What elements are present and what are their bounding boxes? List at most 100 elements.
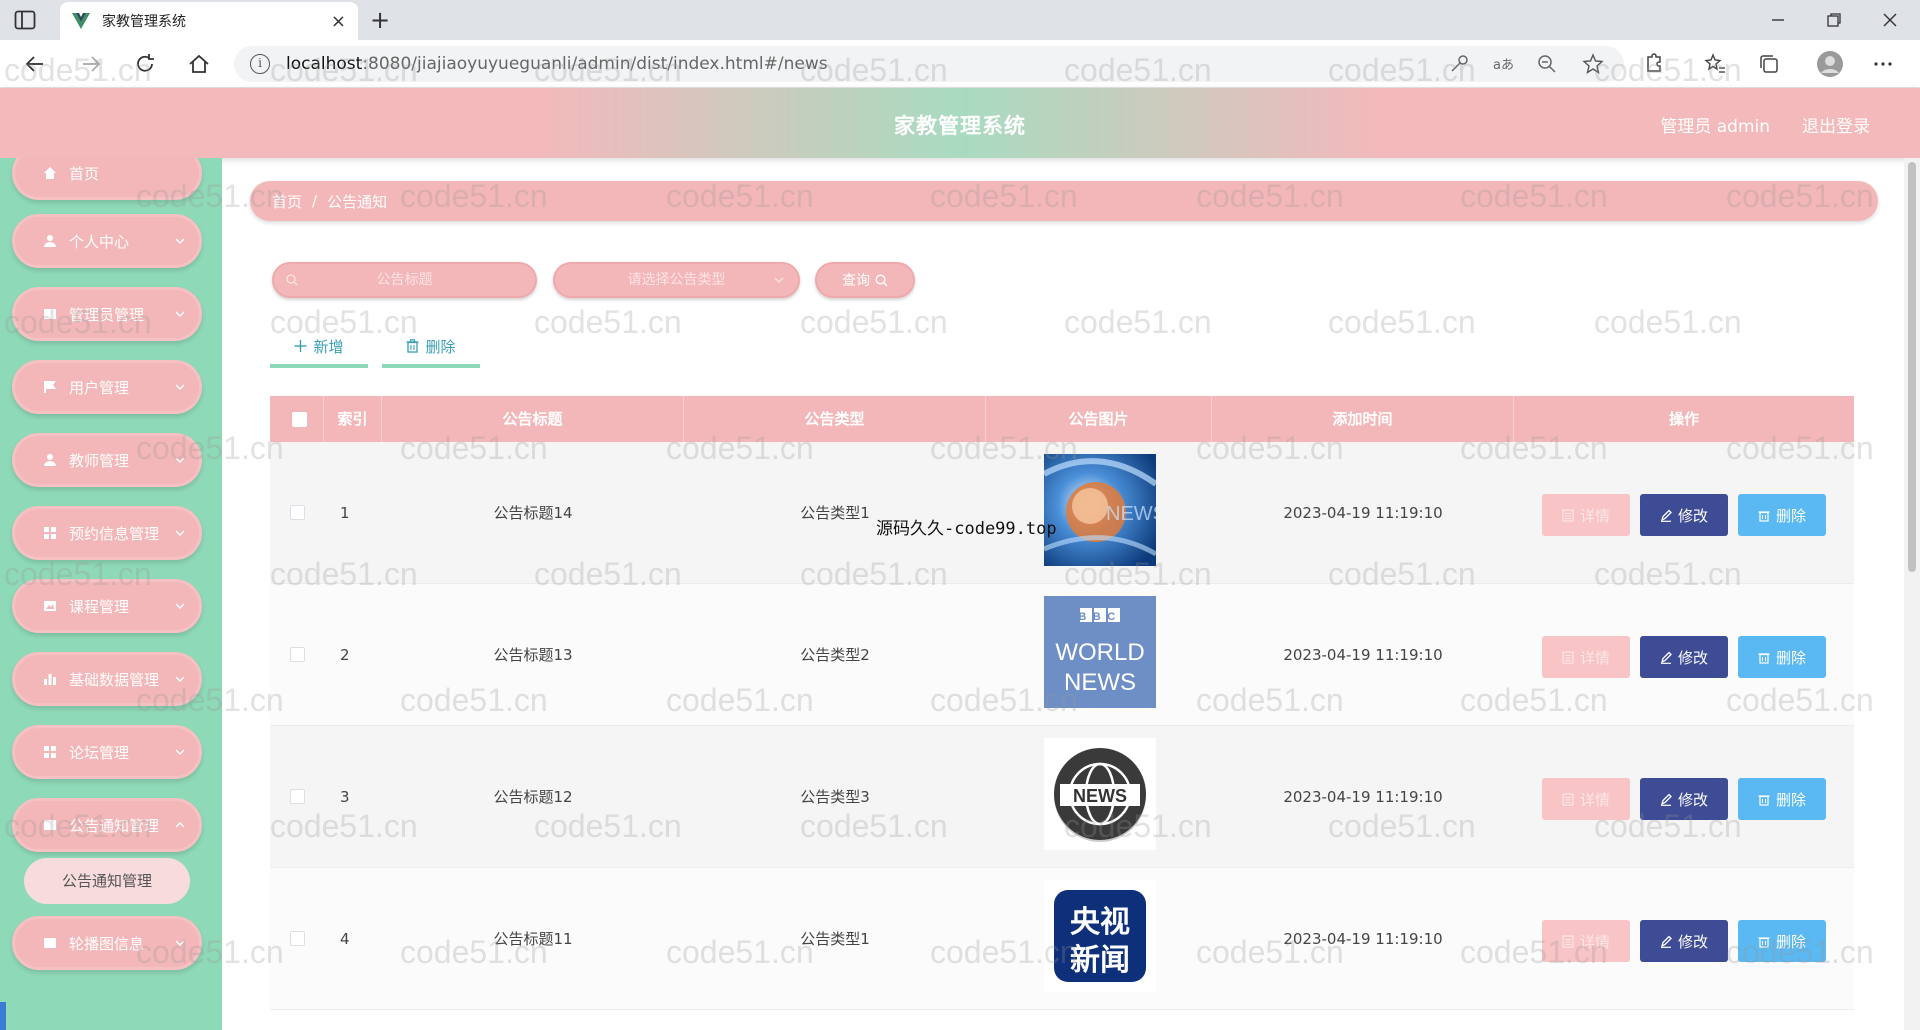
refresh-icon[interactable] xyxy=(134,53,156,75)
row-checkbox[interactable] xyxy=(290,647,305,662)
bbc-world-text: WORLD xyxy=(1055,639,1144,666)
row-type: 公告类型2 xyxy=(800,646,870,664)
delete-button-label: 删除 xyxy=(1775,648,1806,667)
sidebar: 首页 个人中心 管理员管理 用户管理 教师管理 预约信息管理 课程管理 基础数据… xyxy=(0,158,222,1030)
watermark: code51.cn xyxy=(1594,304,1742,340)
sidebar-item-user-management[interactable]: 用户管理 xyxy=(12,360,202,414)
detail-button[interactable]: 详情 xyxy=(1542,636,1630,678)
row-checkbox[interactable] xyxy=(290,789,305,804)
document-icon xyxy=(1562,650,1574,664)
more-menu-icon[interactable] xyxy=(1872,53,1894,75)
restore-icon[interactable] xyxy=(1826,12,1842,28)
window-close-icon[interactable] xyxy=(1882,12,1898,28)
edit-button[interactable]: 修改 xyxy=(1640,494,1728,536)
logout-link[interactable]: 退出登录 xyxy=(1802,112,1870,137)
chevron-down-icon xyxy=(175,384,185,390)
delete-button[interactable]: 删除 xyxy=(1738,636,1826,678)
forward-icon[interactable] xyxy=(80,53,102,75)
row-index: 3 xyxy=(340,788,350,806)
extensions-icon[interactable] xyxy=(1642,53,1664,75)
notice-type-select[interactable]: 请选择公告类型 xyxy=(553,262,800,298)
folder-icon xyxy=(44,309,56,319)
notice-title-search-input[interactable]: 公告标题 xyxy=(272,262,537,298)
column-header-title: 公告标题 xyxy=(382,396,684,442)
search-icon xyxy=(875,273,888,286)
chevron-down-icon xyxy=(175,457,185,463)
watermark: code51.cn xyxy=(800,304,948,340)
collections-icon[interactable] xyxy=(1758,53,1780,75)
url-host: localhost xyxy=(286,54,363,74)
detail-button[interactable]: 详情 xyxy=(1542,778,1630,820)
sidebar-toggle-icon[interactable] xyxy=(14,10,36,30)
breadcrumb-home[interactable]: 首页 xyxy=(272,191,302,212)
edit-button[interactable]: 修改 xyxy=(1640,636,1728,678)
page-scrollbar[interactable] xyxy=(1904,158,1920,1030)
detail-button[interactable]: 详情 xyxy=(1542,920,1630,962)
row-index: 4 xyxy=(340,930,350,948)
document-icon xyxy=(1562,508,1574,522)
sidebar-item-course-management[interactable]: 课程管理 xyxy=(12,579,202,633)
delete-button[interactable]: 删除 xyxy=(1738,494,1826,536)
table-header: 索引 公告标题 公告类型 公告图片 添加时间 操作 xyxy=(270,396,1854,442)
sidebar-item-notice-management[interactable]: 公告通知管理 xyxy=(12,798,202,852)
favorites-icon[interactable] xyxy=(1704,53,1726,75)
sidebar-item-carousel-info[interactable]: 轮播图信息 xyxy=(12,916,202,970)
grid-icon xyxy=(44,746,56,758)
sidebar-item-home[interactable]: 首页 xyxy=(12,158,202,200)
breadcrumb-separator: / xyxy=(312,192,318,210)
sidebar-item-personal-center[interactable]: 个人中心 xyxy=(12,214,202,268)
select-all-checkbox[interactable] xyxy=(292,412,307,427)
news-badge-text: NEWS xyxy=(1073,786,1127,806)
key-icon[interactable] xyxy=(1448,53,1470,75)
edit-button[interactable]: 修改 xyxy=(1640,778,1728,820)
pencil-icon xyxy=(1660,509,1672,522)
folder-icon xyxy=(44,938,56,948)
flag-icon xyxy=(44,381,56,393)
favorite-add-icon[interactable] xyxy=(1582,53,1604,75)
tab-close-icon[interactable]: × xyxy=(331,11,346,32)
row-checkbox[interactable] xyxy=(290,505,305,520)
batch-delete-button[interactable]: 删除 xyxy=(382,328,480,368)
new-tab-icon[interactable]: + xyxy=(370,6,390,34)
document-icon xyxy=(1562,934,1574,948)
browser-address-bar: i localhost:8080/jiajiaoyuyueguanli/admi… xyxy=(0,40,1920,88)
detail-button-label: 详情 xyxy=(1579,790,1610,809)
edit-button[interactable]: 修改 xyxy=(1640,920,1728,962)
translate-icon[interactable]: aあ xyxy=(1492,53,1514,75)
chevron-down-icon xyxy=(175,238,185,244)
delete-button[interactable]: 删除 xyxy=(1738,778,1826,820)
watermark: code51.cn xyxy=(1328,304,1476,340)
url-field[interactable]: i localhost:8080/jiajiaoyuyueguanli/admi… xyxy=(234,46,1624,82)
app-title: 家教管理系统 xyxy=(894,114,1026,138)
column-header-actions: 操作 xyxy=(1668,410,1699,428)
row-checkbox[interactable] xyxy=(290,931,305,946)
bbc-logo-text: BBC xyxy=(1078,611,1121,623)
profile-avatar-icon[interactable] xyxy=(1816,50,1844,78)
back-icon[interactable] xyxy=(24,53,46,75)
sidebar-item-forum-management[interactable]: 论坛管理 xyxy=(12,725,202,779)
sidebar-item-teacher-management[interactable]: 教师管理 xyxy=(12,433,202,487)
add-button[interactable]: 新增 xyxy=(270,328,368,368)
watermark: code51.cn xyxy=(534,304,682,340)
delete-button[interactable]: 删除 xyxy=(1738,920,1826,962)
zoom-icon[interactable] xyxy=(1536,53,1558,75)
row-type: 公告类型1 xyxy=(800,504,870,522)
sidebar-subitem-notice-management[interactable]: 公告通知管理 xyxy=(24,858,190,904)
sidebar-item-base-data-management[interactable]: 基础数据管理 xyxy=(12,652,202,706)
scrollbar-thumb[interactable] xyxy=(1908,162,1916,572)
sidebar-item-admin-management[interactable]: 管理员管理 xyxy=(12,287,202,341)
detail-button[interactable]: 详情 xyxy=(1542,494,1630,536)
column-header-image: 公告图片 xyxy=(986,396,1212,442)
query-button[interactable]: 查询 xyxy=(815,262,915,298)
row-type: 公告类型1 xyxy=(800,930,870,948)
home-browser-icon[interactable] xyxy=(188,53,210,75)
sidebar-item-label: 基础数据管理 xyxy=(69,670,160,689)
site-info-icon[interactable]: i xyxy=(250,54,270,74)
browser-tab[interactable]: 家教管理系统 × xyxy=(60,2,358,40)
pencil-icon xyxy=(1660,793,1672,806)
minimize-icon[interactable] xyxy=(1770,14,1786,26)
query-button-label: 查询 xyxy=(842,273,870,289)
url-path: :8080/jiajiaoyuyueguanli/admin/dist/inde… xyxy=(362,54,828,74)
user-icon xyxy=(44,454,56,466)
sidebar-item-booking-management[interactable]: 预约信息管理 xyxy=(12,506,202,560)
